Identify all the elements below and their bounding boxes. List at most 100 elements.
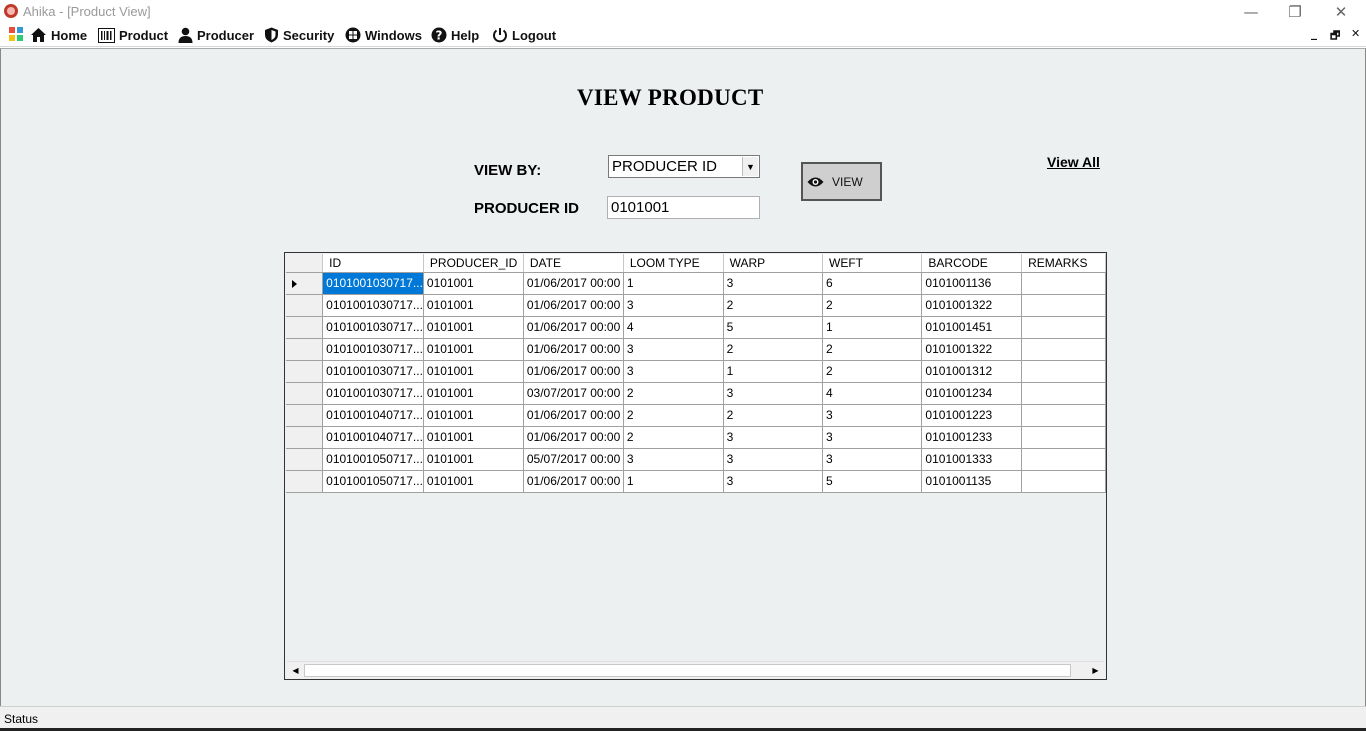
table-cell[interactable]: 01/06/2017 00:00 bbox=[523, 360, 624, 383]
table-cell[interactable]: 0101001234 bbox=[921, 382, 1023, 405]
table-cell[interactable]: 2 bbox=[723, 404, 824, 427]
column-header-warp[interactable]: WARP bbox=[723, 254, 824, 273]
table-cell[interactable]: 3 bbox=[723, 426, 824, 449]
table-cell[interactable]: 0101001030717... bbox=[322, 294, 424, 317]
menu-home[interactable]: Home bbox=[30, 26, 87, 44]
table-cell[interactable]: 01/06/2017 00:00 bbox=[523, 404, 624, 427]
table-cell[interactable]: 0101001135 bbox=[921, 470, 1023, 493]
table-cell[interactable]: 2 bbox=[723, 338, 824, 361]
table-cell[interactable]: 05/07/2017 00:00 bbox=[523, 448, 624, 471]
table-cell[interactable]: 4 bbox=[623, 316, 724, 339]
table-cell[interactable] bbox=[1021, 338, 1106, 361]
table-cell[interactable] bbox=[1021, 316, 1106, 339]
table-cell[interactable]: 0101001040717... bbox=[322, 404, 424, 427]
table-row[interactable]: 0101001030717... 0101001 01/06/2017 00:00 4… bbox=[286, 316, 1106, 339]
table-cell[interactable]: 01/06/2017 00:00 bbox=[523, 316, 624, 339]
scroll-right-icon[interactable]: ▶ bbox=[1087, 662, 1104, 679]
table-cell[interactable]: 0101001233 bbox=[921, 426, 1023, 449]
table-cell[interactable]: 01/06/2017 00:00 bbox=[523, 294, 624, 317]
menu-producer[interactable]: Producer bbox=[178, 26, 254, 44]
table-cell[interactable]: 3 bbox=[723, 470, 824, 493]
view-by-select[interactable]: PRODUCER ID ▼ bbox=[608, 155, 760, 178]
table-cell[interactable]: 0101001030717... bbox=[322, 338, 424, 361]
table-cell[interactable]: 1 bbox=[822, 316, 923, 339]
table-cell[interactable]: 5 bbox=[822, 470, 923, 493]
table-cell[interactable]: 0101001223 bbox=[921, 404, 1023, 427]
row-header[interactable] bbox=[286, 426, 324, 449]
table-cell[interactable]: 01/06/2017 00:00 bbox=[523, 426, 624, 449]
table-cell[interactable]: 3 bbox=[723, 448, 824, 471]
table-cell[interactable] bbox=[1021, 272, 1106, 295]
row-header[interactable] bbox=[286, 470, 324, 493]
mdi-system-menu-icon[interactable] bbox=[9, 27, 23, 41]
table-row[interactable]: 0101001040717... 0101001 01/06/2017 00:00 2… bbox=[286, 404, 1106, 427]
table-cell[interactable]: 1 bbox=[623, 272, 724, 295]
table-cell[interactable]: 01/06/2017 00:00 bbox=[523, 470, 624, 493]
column-header-remarks[interactable]: REMARKS bbox=[1021, 254, 1106, 273]
menu-logout[interactable]: Logout bbox=[492, 26, 556, 44]
table-cell[interactable]: 01/06/2017 00:00 bbox=[523, 338, 624, 361]
table-cell[interactable]: 0101001 bbox=[423, 426, 524, 449]
table-row[interactable]: 0101001030717... 0101001 01/06/2017 00:00 3… bbox=[286, 338, 1106, 361]
table-cell[interactable]: 0101001 bbox=[423, 448, 524, 471]
table-cell[interactable]: 2 bbox=[822, 338, 923, 361]
column-header-id[interactable]: ID bbox=[322, 254, 424, 273]
table-cell[interactable]: 2 bbox=[623, 382, 724, 405]
table-cell[interactable]: 3 bbox=[623, 294, 724, 317]
table-row[interactable]: 0101001030717... 0101001 01/06/2017 00:00 3… bbox=[286, 360, 1106, 383]
table-cell[interactable]: 1 bbox=[723, 360, 824, 383]
menu-product[interactable]: Product bbox=[98, 26, 168, 44]
producer-id-field[interactable] bbox=[607, 196, 760, 219]
table-cell[interactable]: 0101001312 bbox=[921, 360, 1023, 383]
table-row[interactable]: 0101001050717... 0101001 01/06/2017 00:00 1… bbox=[286, 470, 1106, 493]
table-cell[interactable]: 0101001050717... bbox=[322, 470, 424, 493]
column-header-barcode[interactable]: BARCODE bbox=[921, 254, 1023, 273]
row-header[interactable] bbox=[286, 338, 324, 361]
column-header-weft[interactable]: WEFT bbox=[822, 254, 923, 273]
dropdown-arrow-icon[interactable]: ▼ bbox=[742, 157, 758, 176]
table-row[interactable]: 0101001030717... 0101001 03/07/2017 00:00 2… bbox=[286, 382, 1106, 405]
scroll-left-icon[interactable]: ◀ bbox=[287, 662, 304, 679]
horizontal-scrollbar[interactable]: ◀ ▶ bbox=[287, 661, 1104, 678]
mdi-restore-button[interactable]: 🗗 bbox=[1330, 27, 1340, 46]
table-cell[interactable] bbox=[1021, 426, 1106, 449]
table-cell[interactable] bbox=[1021, 470, 1106, 493]
row-header[interactable] bbox=[286, 382, 324, 405]
column-header-date[interactable]: DATE bbox=[523, 254, 624, 273]
table-cell[interactable]: 0101001136 bbox=[921, 272, 1023, 295]
row-header[interactable] bbox=[286, 448, 324, 471]
table-cell[interactable]: 0101001030717... bbox=[322, 316, 424, 339]
table-cell[interactable]: 2 bbox=[623, 426, 724, 449]
table-cell[interactable]: 2 bbox=[623, 404, 724, 427]
table-cell[interactable]: 3 bbox=[623, 338, 724, 361]
table-cell[interactable]: 0101001 bbox=[423, 272, 524, 295]
restore-button[interactable]: ❐ bbox=[1272, 0, 1318, 23]
table-cell[interactable]: 2 bbox=[723, 294, 824, 317]
table-cell[interactable]: 0101001030717... bbox=[322, 360, 424, 383]
menu-help[interactable]: ? Help bbox=[431, 26, 479, 44]
row-header[interactable] bbox=[286, 360, 324, 383]
table-cell[interactable]: 0101001451 bbox=[921, 316, 1023, 339]
column-header-producer-id[interactable]: PRODUCER_ID bbox=[423, 254, 524, 273]
table-cell[interactable]: 0101001 bbox=[423, 382, 524, 405]
table-cell[interactable] bbox=[1021, 360, 1106, 383]
table-cell[interactable] bbox=[1021, 382, 1106, 405]
product-data-grid[interactable]: ID PRODUCER_ID DATE LOOM TYPE WARP WEFT … bbox=[284, 252, 1107, 680]
table-cell[interactable]: 3 bbox=[723, 382, 824, 405]
table-cell[interactable]: 3 bbox=[822, 448, 923, 471]
table-cell[interactable]: 0101001 bbox=[423, 316, 524, 339]
row-header[interactable] bbox=[286, 404, 324, 427]
table-row[interactable]: 0101001030717... 0101001 01/06/2017 00:00 1… bbox=[286, 272, 1106, 295]
table-cell[interactable]: 03/07/2017 00:00 bbox=[523, 382, 624, 405]
mdi-close-button[interactable]: ✕ bbox=[1351, 27, 1360, 40]
menu-windows[interactable]: Windows bbox=[345, 26, 422, 44]
table-cell[interactable]: 2 bbox=[822, 360, 923, 383]
table-cell[interactable] bbox=[1021, 294, 1106, 317]
table-cell[interactable]: 2 bbox=[822, 294, 923, 317]
table-cell[interactable]: 3 bbox=[623, 448, 724, 471]
table-cell[interactable]: 01/06/2017 00:00 bbox=[523, 272, 624, 295]
view-button[interactable]: VIEW bbox=[801, 162, 882, 201]
table-row[interactable]: 0101001040717... 0101001 01/06/2017 00:00 2… bbox=[286, 426, 1106, 449]
minimize-button[interactable]: — bbox=[1228, 0, 1274, 23]
scrollbar-thumb[interactable] bbox=[304, 664, 1071, 677]
